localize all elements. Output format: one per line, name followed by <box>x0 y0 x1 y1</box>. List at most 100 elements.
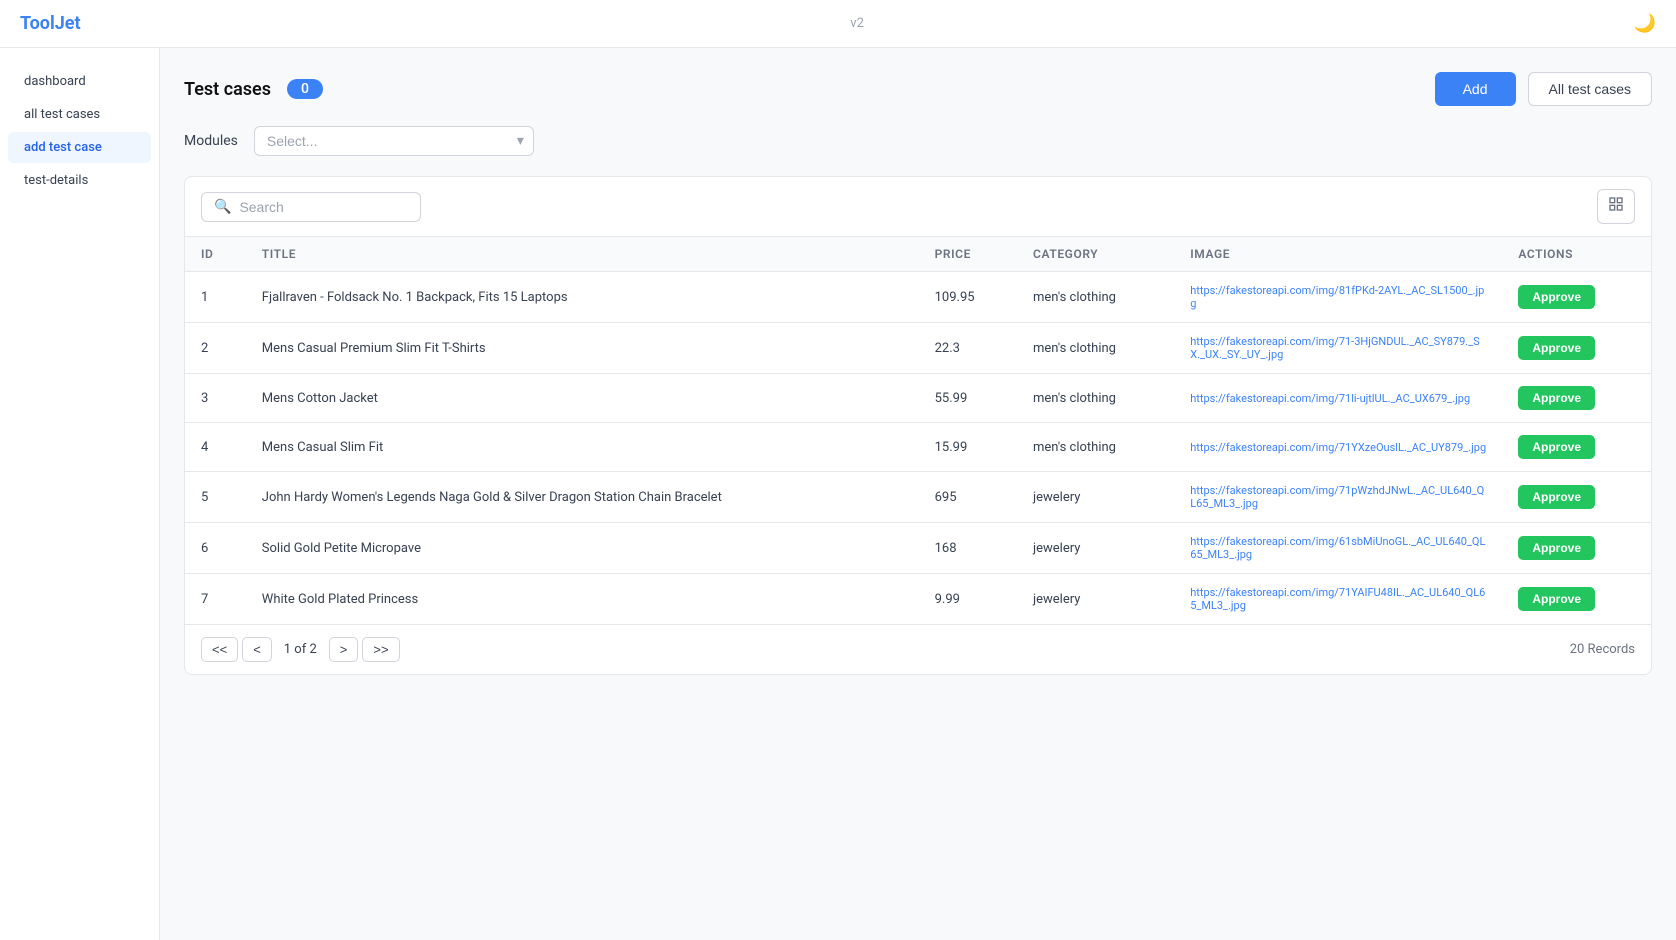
table-row: 1 Fjallraven - Foldsack No. 1 Backpack, … <box>185 272 1651 323</box>
next-page-button[interactable]: > <box>329 637 359 662</box>
test-cases-badge: 0 <box>287 79 323 99</box>
cell-image: https://fakestoreapi.com/img/71YAIFU48IL… <box>1174 574 1502 625</box>
cell-image: https://fakestoreapi.com/img/71-3HjGNDUL… <box>1174 323 1502 374</box>
cell-title: Mens Casual Premium Slim Fit T-Shirts <box>246 323 919 374</box>
sidebar-item-test-details[interactable]: test-details <box>8 165 151 196</box>
pagination-controls: << < 1 of 2 > >> <box>201 637 400 662</box>
cell-image: https://fakestoreapi.com/img/61sbMiUnoGL… <box>1174 523 1502 574</box>
table-row: 2 Mens Casual Premium Slim Fit T-Shirts … <box>185 323 1651 374</box>
cell-image: https://fakestoreapi.com/img/71li-ujtlUL… <box>1174 374 1502 423</box>
page-title: Test cases <box>184 79 271 100</box>
cell-category: men's clothing <box>1017 272 1174 323</box>
modules-select-wrapper: Select... <box>254 126 534 156</box>
table-row: 6 Solid Gold Petite Micropave 168 jewele… <box>185 523 1651 574</box>
approve-button[interactable]: Approve <box>1518 435 1595 459</box>
modules-label: Modules <box>184 133 238 149</box>
cell-image: https://fakestoreapi.com/img/71YXzeOuslL… <box>1174 423 1502 472</box>
sidebar-item-dashboard[interactable]: dashboard <box>8 66 151 97</box>
cell-category: men's clothing <box>1017 323 1174 374</box>
cell-category: jewelery <box>1017 523 1174 574</box>
cell-id: 4 <box>185 423 246 472</box>
cell-title: Fjallraven - Foldsack No. 1 Backpack, Fi… <box>246 272 919 323</box>
approve-button[interactable]: Approve <box>1518 536 1595 560</box>
table-row: 3 Mens Cotton Jacket 55.99 men's clothin… <box>185 374 1651 423</box>
add-button[interactable]: Add <box>1435 72 1516 106</box>
sidebar: dashboard all test cases add test case t… <box>0 48 160 940</box>
search-bar: 🔍 <box>185 177 1651 237</box>
col-category: CATEGORY <box>1017 237 1174 272</box>
cell-id: 3 <box>185 374 246 423</box>
table-body: 1 Fjallraven - Foldsack No. 1 Backpack, … <box>185 272 1651 625</box>
columns-icon <box>1608 196 1624 212</box>
cell-actions: Approve <box>1502 472 1651 523</box>
approve-button[interactable]: Approve <box>1518 587 1595 611</box>
last-page-button[interactable]: >> <box>362 637 399 662</box>
col-actions: ACTIONS <box>1502 237 1651 272</box>
filter-button[interactable] <box>1597 189 1635 224</box>
cell-price: 695 <box>919 472 1017 523</box>
cell-price: 55.99 <box>919 374 1017 423</box>
cell-price: 15.99 <box>919 423 1017 472</box>
pagination: << < 1 of 2 > >> 20 Records <box>185 624 1651 674</box>
table-row: 5 John Hardy Women's Legends Naga Gold &… <box>185 472 1651 523</box>
cell-price: 109.95 <box>919 272 1017 323</box>
cell-id: 2 <box>185 323 246 374</box>
cell-actions: Approve <box>1502 574 1651 625</box>
data-table: ID TITLE PRICE CATEGORY IMAGE ACTIONS 1 … <box>185 237 1651 624</box>
search-input[interactable] <box>239 199 408 215</box>
cell-title: Solid Gold Petite Micropave <box>246 523 919 574</box>
cell-price: 22.3 <box>919 323 1017 374</box>
table-row: 4 Mens Casual Slim Fit 15.99 men's cloth… <box>185 423 1651 472</box>
cell-title: Mens Casual Slim Fit <box>246 423 919 472</box>
table-header: ID TITLE PRICE CATEGORY IMAGE ACTIONS <box>185 237 1651 272</box>
approve-button[interactable]: Approve <box>1518 285 1595 309</box>
all-test-cases-button[interactable]: All test cases <box>1528 72 1652 106</box>
table-container: 🔍 ID TITLE PRICE CATEGORY <box>184 176 1652 675</box>
first-page-button[interactable]: << <box>201 637 238 662</box>
cell-id: 6 <box>185 523 246 574</box>
col-image: IMAGE <box>1174 237 1502 272</box>
logo: ToolJet <box>20 13 81 34</box>
col-id: ID <box>185 237 246 272</box>
sidebar-item-all-test-cases[interactable]: all test cases <box>8 99 151 130</box>
cell-actions: Approve <box>1502 423 1651 472</box>
cell-title: John Hardy Women's Legends Naga Gold & S… <box>246 472 919 523</box>
col-title: TITLE <box>246 237 919 272</box>
version: v2 <box>850 16 864 31</box>
cell-category: jewelery <box>1017 574 1174 625</box>
records-count: 20 Records <box>1570 642 1635 657</box>
main-content: Test cases 0 Add All test cases Modules … <box>160 48 1676 940</box>
cell-actions: Approve <box>1502 374 1651 423</box>
theme-toggle-button[interactable]: 🌙 <box>1634 13 1656 34</box>
search-input-wrapper: 🔍 <box>201 192 421 222</box>
page-info: 1 of 2 <box>276 642 325 657</box>
cell-title: Mens Cotton Jacket <box>246 374 919 423</box>
cell-image: https://fakestoreapi.com/img/71pWzhdJNwL… <box>1174 472 1502 523</box>
cell-actions: Approve <box>1502 323 1651 374</box>
cell-id: 7 <box>185 574 246 625</box>
sidebar-item-add-test-case[interactable]: add test case <box>8 132 151 163</box>
cell-id: 5 <box>185 472 246 523</box>
approve-button[interactable]: Approve <box>1518 386 1595 410</box>
cell-actions: Approve <box>1502 523 1651 574</box>
col-price: PRICE <box>919 237 1017 272</box>
cell-title: White Gold Plated Princess <box>246 574 919 625</box>
header-actions: Add All test cases <box>1435 72 1652 106</box>
page-header: Test cases 0 Add All test cases <box>184 72 1652 106</box>
table-row: 7 White Gold Plated Princess 9.99 jewele… <box>185 574 1651 625</box>
modules-row: Modules Select... <box>184 126 1652 156</box>
cell-id: 1 <box>185 272 246 323</box>
cell-actions: Approve <box>1502 272 1651 323</box>
search-icon: 🔍 <box>214 199 231 215</box>
topbar: ToolJet v2 🌙 <box>0 0 1676 48</box>
modules-select[interactable]: Select... <box>254 126 534 156</box>
cell-category: men's clothing <box>1017 374 1174 423</box>
cell-category: jewelery <box>1017 472 1174 523</box>
prev-page-button[interactable]: < <box>242 637 272 662</box>
cell-image: https://fakestoreapi.com/img/81fPKd-2AYL… <box>1174 272 1502 323</box>
cell-price: 168 <box>919 523 1017 574</box>
cell-category: men's clothing <box>1017 423 1174 472</box>
cell-price: 9.99 <box>919 574 1017 625</box>
approve-button[interactable]: Approve <box>1518 336 1595 360</box>
approve-button[interactable]: Approve <box>1518 485 1595 509</box>
